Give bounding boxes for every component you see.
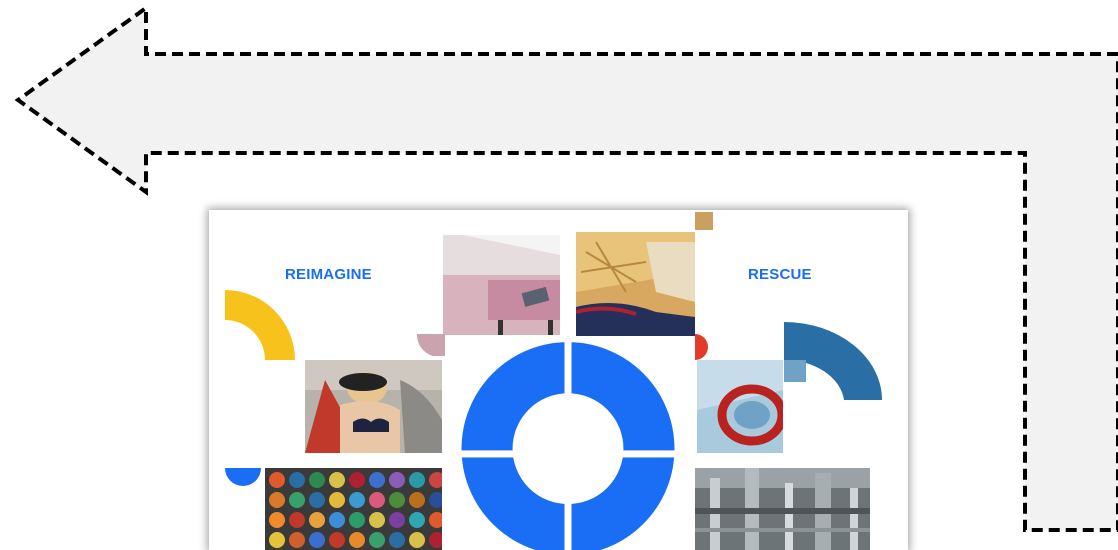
photo-bag [697, 360, 783, 453]
photo-straw [576, 232, 695, 336]
label-rescue: RESCUE [748, 266, 812, 283]
ring-icon [455, 336, 681, 550]
shape-tan-square [695, 212, 713, 230]
photo-machinery [695, 468, 870, 550]
quarter-arc-icon [225, 290, 295, 360]
shape-blue-half [225, 468, 261, 486]
shape-blue-square [784, 360, 806, 382]
slide-card: REIMAGINE RESCUE [209, 210, 908, 550]
slide-canvas: REIMAGINE RESCUE [0, 0, 1118, 550]
photo-fabric-rolls [265, 468, 442, 550]
label-reimagine: REIMAGINE [285, 266, 372, 283]
shape-red-half [695, 334, 708, 360]
photo-chair [443, 235, 560, 335]
photo-swimwear [305, 360, 442, 453]
